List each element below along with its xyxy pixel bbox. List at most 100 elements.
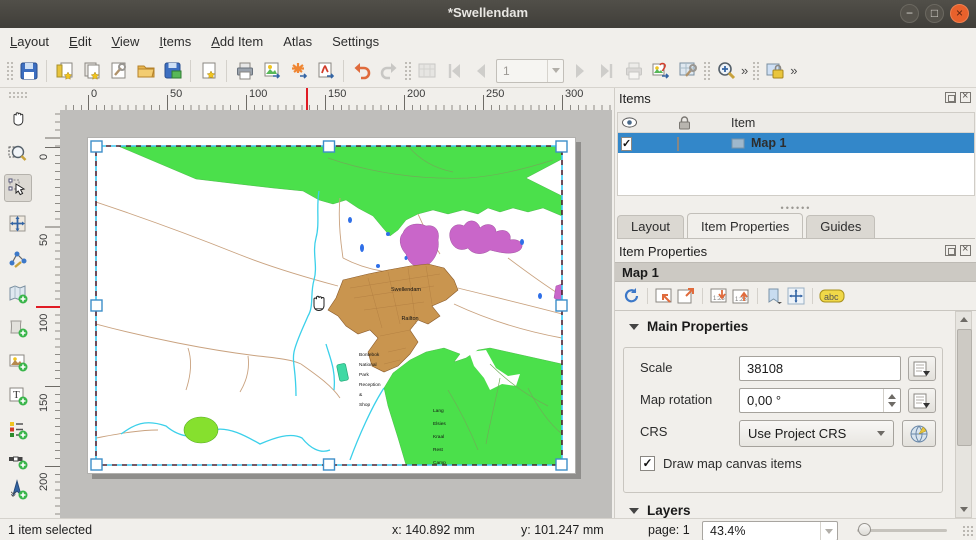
layout-canvas[interactable]: Swellendam Railton Bontebok National Par… bbox=[60, 110, 612, 518]
add-map-tool[interactable] bbox=[4, 280, 32, 308]
menu-items[interactable]: Items bbox=[149, 30, 201, 53]
add-items-from-template-button[interactable] bbox=[195, 57, 222, 84]
last-feature-button[interactable] bbox=[593, 57, 620, 84]
bookmark-extent-icon[interactable] bbox=[764, 286, 784, 306]
properties-scrollbar[interactable] bbox=[955, 311, 972, 518]
print-button[interactable] bbox=[231, 57, 258, 84]
draw-canvas-items-row[interactable]: ✓ Draw map canvas items bbox=[640, 456, 802, 471]
visibility-checkbox[interactable]: ✓ bbox=[621, 137, 632, 151]
redo-button[interactable] bbox=[375, 57, 402, 84]
zoom-tool[interactable] bbox=[4, 140, 32, 168]
menu-atlas[interactable]: Atlas bbox=[273, 30, 322, 53]
add-legend-tool[interactable] bbox=[4, 416, 32, 444]
first-feature-button[interactable] bbox=[440, 57, 467, 84]
add-label-tool[interactable]: T bbox=[4, 382, 32, 410]
select-move-item-tool[interactable] bbox=[4, 174, 32, 202]
map-item[interactable]: Swellendam Railton Bontebok National Par… bbox=[88, 138, 575, 473]
edit-nodes-item-tool[interactable] bbox=[4, 246, 32, 274]
layers-section[interactable]: Layers bbox=[629, 503, 691, 518]
items-row-map1[interactable]: ✓ Map 1 bbox=[618, 133, 974, 153]
item-properties-close-button[interactable] bbox=[960, 245, 971, 256]
scale-data-defined-button[interactable] bbox=[908, 356, 936, 381]
zoom-slider-handle[interactable] bbox=[858, 523, 871, 536]
resize-grip[interactable] bbox=[962, 525, 974, 537]
item-properties-float-button[interactable] bbox=[945, 245, 956, 256]
move-item-content-tool[interactable] bbox=[4, 210, 32, 238]
add-picture-tool[interactable] bbox=[4, 348, 32, 376]
selection-handle[interactable] bbox=[556, 141, 567, 152]
menu-edit[interactable]: Edit bbox=[59, 30, 101, 53]
previous-feature-button[interactable] bbox=[467, 57, 494, 84]
save-project-button[interactable] bbox=[15, 57, 42, 84]
new-layout-button[interactable] bbox=[51, 57, 78, 84]
add-scalebar-tool[interactable] bbox=[4, 446, 32, 474]
atlas-page-dropdown[interactable] bbox=[547, 60, 563, 82]
move-content-icon[interactable] bbox=[786, 286, 806, 306]
rotation-data-defined-button[interactable] bbox=[908, 388, 936, 413]
set-extent-from-canvas-icon[interactable] bbox=[654, 286, 674, 306]
zoom-toolbar-overflow[interactable]: » bbox=[739, 63, 750, 78]
export-svg-button[interactable] bbox=[285, 57, 312, 84]
set-scale-from-canvas-icon[interactable]: 1:23 bbox=[709, 286, 729, 306]
lock-items-button[interactable] bbox=[761, 57, 788, 84]
pan-tool[interactable] bbox=[4, 104, 32, 132]
scale-input[interactable]: 38108 bbox=[739, 356, 901, 381]
menu-add-item[interactable]: Add Item bbox=[201, 30, 273, 53]
selection-handle[interactable] bbox=[91, 459, 102, 470]
more-tools-overflow[interactable]: » bbox=[7, 491, 19, 497]
close-button[interactable]: × bbox=[950, 4, 969, 23]
add-3d-map-tool[interactable] bbox=[4, 314, 32, 342]
atlas-page-spinbox[interactable]: 1 bbox=[496, 59, 564, 83]
next-feature-button[interactable] bbox=[566, 57, 593, 84]
menu-layout[interactable]: Layout bbox=[0, 30, 59, 53]
zoom-in-button[interactable] bbox=[712, 57, 739, 84]
export-atlas-button[interactable] bbox=[647, 57, 674, 84]
selection-handle[interactable] bbox=[324, 141, 335, 152]
items-float-button[interactable] bbox=[945, 92, 956, 103]
open-layout-button[interactable] bbox=[132, 57, 159, 84]
items-close-button[interactable] bbox=[960, 92, 971, 103]
selection-handle[interactable] bbox=[324, 459, 335, 470]
crs-combobox[interactable]: Use Project CRS bbox=[739, 420, 894, 447]
scroll-down-icon[interactable] bbox=[956, 502, 971, 517]
preview-atlas-button[interactable] bbox=[413, 57, 440, 84]
panel-splitter[interactable]: •••••• bbox=[615, 203, 976, 213]
crs-select-button[interactable] bbox=[902, 420, 936, 447]
export-pdf-button[interactable] bbox=[312, 57, 339, 84]
label-settings-icon[interactable]: abc bbox=[819, 288, 845, 304]
save-as-template-button[interactable] bbox=[159, 57, 186, 84]
scrollbar-thumb[interactable] bbox=[957, 329, 972, 446]
zoom-level-combobox[interactable]: 43.4% bbox=[702, 521, 838, 540]
set-canvas-scale-icon[interactable]: 1:23 bbox=[731, 286, 751, 306]
titlebar[interactable]: *Swellendam − □ × bbox=[0, 0, 976, 29]
lock-checkbox[interactable] bbox=[677, 137, 679, 151]
selection-handle[interactable] bbox=[556, 459, 567, 470]
tab-layout[interactable]: Layout bbox=[617, 215, 684, 238]
undo-button[interactable] bbox=[348, 57, 375, 84]
toolbar-grip[interactable] bbox=[6, 61, 13, 81]
duplicate-layout-button[interactable] bbox=[78, 57, 105, 84]
view-extent-in-canvas-icon[interactable] bbox=[676, 286, 696, 306]
layout-page[interactable]: Swellendam Railton Bontebok National Par… bbox=[87, 137, 576, 474]
print-atlas-button[interactable] bbox=[620, 57, 647, 84]
atlas-settings-button[interactable] bbox=[674, 57, 701, 84]
refresh-icon[interactable] bbox=[621, 286, 641, 306]
menu-view[interactable]: View bbox=[101, 30, 149, 53]
layout-manager-button[interactable] bbox=[105, 57, 132, 84]
export-image-button[interactable] bbox=[258, 57, 285, 84]
lock-toolbar-overflow[interactable]: » bbox=[788, 63, 799, 78]
zoom-combo-arrow-icon[interactable] bbox=[820, 522, 837, 540]
toolbox-grip[interactable] bbox=[8, 91, 28, 98]
minimize-button[interactable]: − bbox=[900, 4, 919, 23]
menu-settings[interactable]: Settings bbox=[322, 30, 389, 53]
main-properties-section[interactable]: Main Properties bbox=[629, 319, 748, 334]
scroll-up-icon[interactable] bbox=[956, 312, 971, 327]
draw-canvas-items-checkbox[interactable]: ✓ bbox=[640, 456, 655, 471]
selection-handle[interactable] bbox=[91, 300, 102, 311]
selection-handle[interactable] bbox=[91, 141, 102, 152]
spin-arrows[interactable] bbox=[883, 389, 900, 412]
maximize-button[interactable]: □ bbox=[925, 4, 944, 23]
selection-handle[interactable] bbox=[556, 300, 567, 311]
tab-guides[interactable]: Guides bbox=[806, 215, 875, 238]
tab-item-properties[interactable]: Item Properties bbox=[687, 213, 803, 238]
